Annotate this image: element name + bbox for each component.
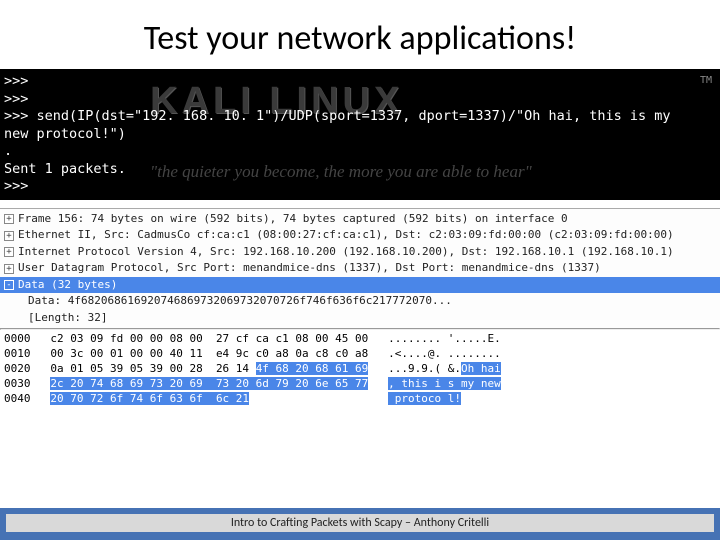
tree-item-ethernet[interactable]: + Ethernet II, Src: CadmusCo cf:ca:c1 (0… [0, 227, 720, 244]
terminal-output: . [4, 143, 712, 161]
prompt-line: >>> [4, 73, 712, 91]
tree-label: User Datagram Protocol, Src Port: menand… [18, 260, 601, 277]
expand-icon[interactable]: + [4, 247, 14, 257]
terminal-pane: KALI LINUX TM "the quieter you become, t… [0, 69, 720, 200]
slide-footer: Intro to Crafting Packets with Scapy – A… [0, 508, 720, 540]
expand-icon[interactable]: + [4, 231, 14, 241]
tree-item-data[interactable]: - Data (32 bytes) [0, 277, 720, 294]
hex-dump-pane: 0000 c2 03 09 fd 00 00 08 00 27 cf ca c1… [0, 330, 720, 408]
footer-text: Intro to Crafting Packets with Scapy – A… [6, 514, 714, 532]
prompt-line: >>> [4, 178, 712, 196]
tree-label: Ethernet II, Src: CadmusCo cf:ca:c1 (08:… [18, 227, 674, 244]
tree-label: [Length: 32] [28, 310, 107, 327]
slide-title: Test your network applications! [0, 0, 720, 69]
tree-child-data[interactable]: Data: 4f68206861692074686973206973207072… [0, 293, 720, 310]
hex-row[interactable]: 0000 c2 03 09 fd 00 00 08 00 27 cf ca c1… [4, 332, 716, 347]
tree-item-udp[interactable]: + User Datagram Protocol, Src Port: mena… [0, 260, 720, 277]
terminal-command: new protocol!") [4, 126, 712, 144]
tree-label: Data: 4f68206861692074686973206973207072… [28, 293, 452, 310]
tree-label: Internet Protocol Version 4, Src: 192.16… [18, 244, 674, 261]
terminal-output: Sent 1 packets. [4, 161, 712, 179]
hex-row[interactable]: 0020 0a 01 05 39 05 39 00 28 26 14 4f 68… [4, 362, 716, 377]
tree-label: Data (32 bytes) [18, 277, 117, 294]
collapse-icon[interactable]: - [4, 280, 14, 290]
wireshark-pane: + Frame 156: 74 bytes on wire (592 bits)… [0, 208, 720, 409]
packet-details-tree: + Frame 156: 74 bytes on wire (592 bits)… [0, 209, 720, 329]
expand-icon[interactable]: + [4, 214, 14, 224]
tree-item-ip[interactable]: + Internet Protocol Version 4, Src: 192.… [0, 244, 720, 261]
hex-row[interactable]: 0030 2c 20 74 68 69 73 20 69 73 20 6d 79… [4, 377, 716, 392]
expand-icon[interactable]: + [4, 264, 14, 274]
hex-row[interactable]: 0040 20 70 72 6f 74 6f 63 6f 6c 21 proto… [4, 392, 716, 407]
terminal-command: >>> send(IP(dst="192. 168. 10. 1")/UDP(s… [4, 108, 712, 126]
tree-label: Frame 156: 74 bytes on wire (592 bits), … [18, 211, 568, 228]
tree-child-length[interactable]: [Length: 32] [0, 310, 720, 327]
hex-row[interactable]: 0010 00 3c 00 01 00 00 40 11 e4 9c c0 a8… [4, 347, 716, 362]
prompt-line: >>> [4, 91, 712, 109]
tree-item-frame[interactable]: + Frame 156: 74 bytes on wire (592 bits)… [0, 211, 720, 228]
